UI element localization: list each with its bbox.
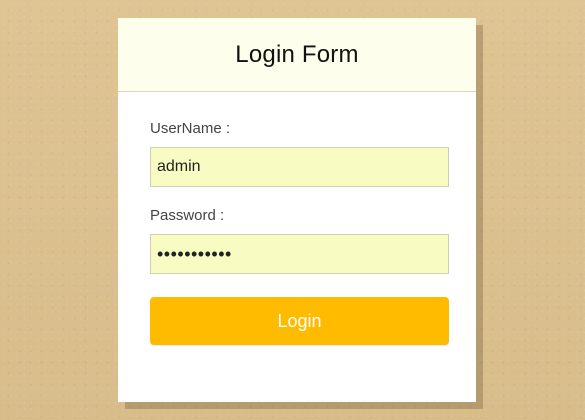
login-card: Login Form UserName : Password : Login (118, 18, 476, 402)
login-button[interactable]: Login (150, 297, 449, 345)
login-form-title: Login Form (235, 40, 359, 68)
login-form-body: UserName : Password : Login (118, 92, 476, 345)
password-field-group: Password : (150, 207, 449, 274)
username-input[interactable] (150, 147, 449, 187)
username-label: UserName : (150, 120, 231, 137)
username-field-group: UserName : (150, 120, 449, 187)
password-label: Password : (150, 207, 225, 224)
password-input[interactable] (150, 234, 449, 274)
login-header: Login Form (118, 18, 476, 92)
